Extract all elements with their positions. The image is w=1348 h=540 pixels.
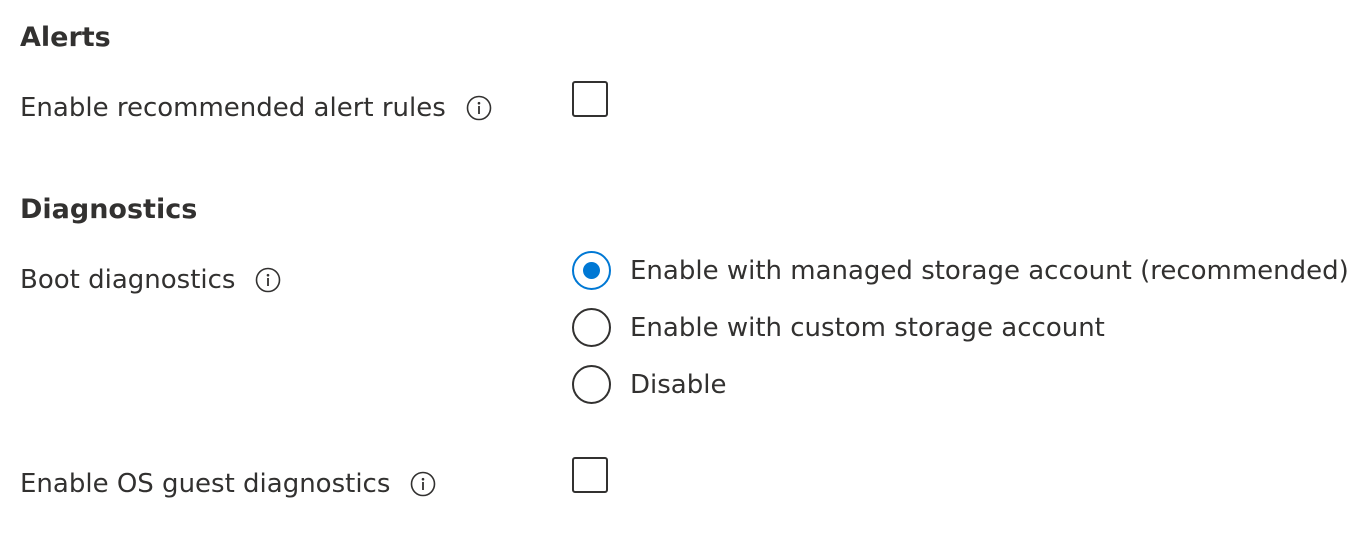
diagnostics-heading: Diagnostics bbox=[20, 194, 198, 225]
os-guest-diagnostics-label-row: Enable OS guest diagnostics bbox=[20, 467, 436, 501]
info-icon[interactable] bbox=[255, 267, 281, 293]
radio-button-checked[interactable] bbox=[572, 251, 611, 290]
radio-option-managed-storage[interactable]: Enable with managed storage account (rec… bbox=[572, 251, 1348, 290]
boot-diagnostics-label-row: Boot diagnostics bbox=[20, 263, 281, 297]
os-guest-diagnostics-checkbox[interactable] bbox=[572, 457, 608, 493]
radio-option-custom-storage[interactable]: Enable with custom storage account bbox=[572, 308, 1105, 347]
boot-diagnostics-label: Boot diagnostics bbox=[20, 265, 236, 295]
os-guest-diagnostics-label: Enable OS guest diagnostics bbox=[20, 469, 391, 499]
recommended-alert-rules-label-row: Enable recommended alert rules bbox=[20, 91, 492, 125]
radio-option-disable[interactable]: Disable bbox=[572, 365, 726, 404]
recommended-alert-rules-label: Enable recommended alert rules bbox=[20, 93, 446, 123]
info-icon[interactable] bbox=[466, 95, 492, 121]
alerts-heading: Alerts bbox=[20, 22, 111, 53]
recommended-alert-rules-checkbox[interactable] bbox=[572, 81, 608, 117]
radio-button[interactable] bbox=[572, 365, 611, 404]
info-icon[interactable] bbox=[410, 471, 436, 497]
radio-button[interactable] bbox=[572, 308, 611, 347]
radio-selected-dot bbox=[583, 262, 600, 279]
radio-option-label: Enable with custom storage account bbox=[630, 312, 1105, 343]
radio-option-label: Enable with managed storage account (rec… bbox=[630, 255, 1348, 286]
radio-option-label: Disable bbox=[630, 369, 727, 400]
